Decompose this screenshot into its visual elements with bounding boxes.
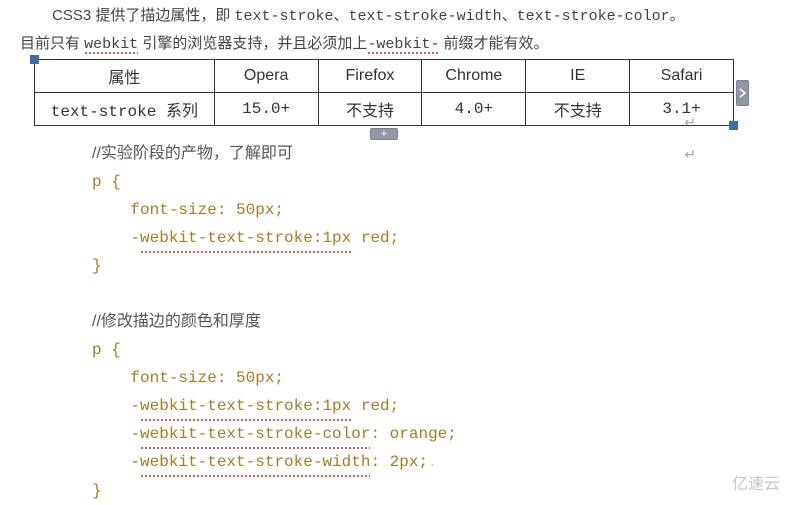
td-prop: text-stroke 系列 (35, 93, 215, 126)
table-row: text-stroke 系列 15.0+ 不支持 4.0+ 不支持 3.1+ (35, 93, 734, 126)
code-line-2c-post: : orange; (370, 425, 456, 443)
code-comment-1: //实验阶段的产物，了解即可 (92, 145, 293, 162)
code-indent (92, 369, 130, 387)
code-indent (92, 201, 130, 219)
code-indent (92, 425, 130, 443)
add-row-handle[interactable]: + (370, 128, 398, 140)
intro-2d-prefix: -webkit- (367, 36, 439, 53)
th-ie: IE (526, 60, 630, 93)
th-chrome: Chrome (422, 60, 526, 93)
td-ie: 不支持 (526, 93, 630, 126)
plus-icon: + (381, 129, 387, 140)
intro-2e: 前缀才能有效。 (439, 35, 548, 52)
code-block: //实验阶段的产物，了解即可 p { font-size: 50px; -web… (92, 140, 772, 505)
intro-2c: 引擎的浏览器支持，并且必须加上 (138, 35, 367, 52)
code-line-2d-pre: - (130, 453, 140, 471)
paragraph-mark-icon: ↵ (684, 147, 696, 164)
intro-1a: CSS3 提供了描边属性，即 (52, 7, 235, 24)
code-close-brace-2: } (92, 482, 102, 500)
intro-2b-webkit: webkit (84, 36, 138, 53)
td-firefox: 不支持 (318, 93, 422, 126)
code-line-2c-pre: - (130, 425, 140, 443)
add-column-handle[interactable] (736, 80, 749, 106)
watermark: 亿速云 (732, 470, 780, 494)
selection-handle-tl[interactable] (30, 55, 39, 64)
code-line-1b-wavy: webkit-text-stroke:1px (140, 224, 351, 252)
th-prop: 属性 (35, 60, 215, 93)
code-indent (92, 229, 130, 247)
intro-1c: 。 (670, 7, 685, 24)
code-line-2b-post: red; (351, 397, 399, 415)
table-row: 属性 Opera Firefox Chrome IE Safari (35, 60, 734, 93)
th-firefox: Firefox (318, 60, 422, 93)
code-line-2d-wavy: webkit-text-stroke-width (140, 448, 370, 476)
compat-table-wrap: 属性 Opera Firefox Chrome IE Safari text-s… (34, 59, 734, 126)
code-sel-2: p (92, 341, 111, 359)
code-line-2c-wavy: webkit-text-stroke-color (140, 420, 370, 448)
code-open-brace-2: { (111, 341, 121, 359)
whitespace-dot-icon: . (428, 455, 436, 471)
intro-1b-code: text-stroke、text-stroke-width、text-strok… (235, 8, 670, 25)
code-line-2b-pre: - (130, 397, 140, 415)
code-line-2b-wavy: webkit-text-stroke:1px (140, 392, 351, 420)
intro-2a: 目前只有 (20, 35, 84, 52)
code-close-brace-1: } (92, 257, 102, 275)
paragraph-mark-icon: ↵ (684, 115, 696, 132)
th-safari: Safari (630, 60, 734, 93)
code-open-brace-1: { (111, 173, 121, 191)
code-sel-1: p (92, 173, 111, 191)
compat-table: 属性 Opera Firefox Chrome IE Safari text-s… (34, 59, 734, 126)
th-opera: Opera (214, 60, 318, 93)
selection-handle-br[interactable] (729, 121, 738, 130)
code-indent (92, 397, 130, 415)
td-safari: 3.1+ (630, 93, 734, 126)
chevron-right-icon (739, 88, 746, 98)
page-root: CSS3 提供了描边属性，即 text-stroke、text-stroke-w… (0, 0, 792, 505)
code-indent (92, 453, 130, 471)
code-line-2d-post: : 2px; (370, 453, 428, 471)
code-line-1b-post: red; (351, 229, 399, 247)
code-line-2a: font-size: 50px; (130, 369, 284, 387)
code-line-1b-pre: - (130, 229, 140, 247)
code-comment-2: //修改描边的颜色和厚度 (92, 313, 261, 330)
td-chrome: 4.0+ (422, 93, 526, 126)
td-opera: 15.0+ (214, 93, 318, 126)
code-line-1a: font-size: 50px; (130, 201, 284, 219)
intro-text: CSS3 提供了描边属性，即 text-stroke、text-stroke-w… (20, 2, 772, 58)
